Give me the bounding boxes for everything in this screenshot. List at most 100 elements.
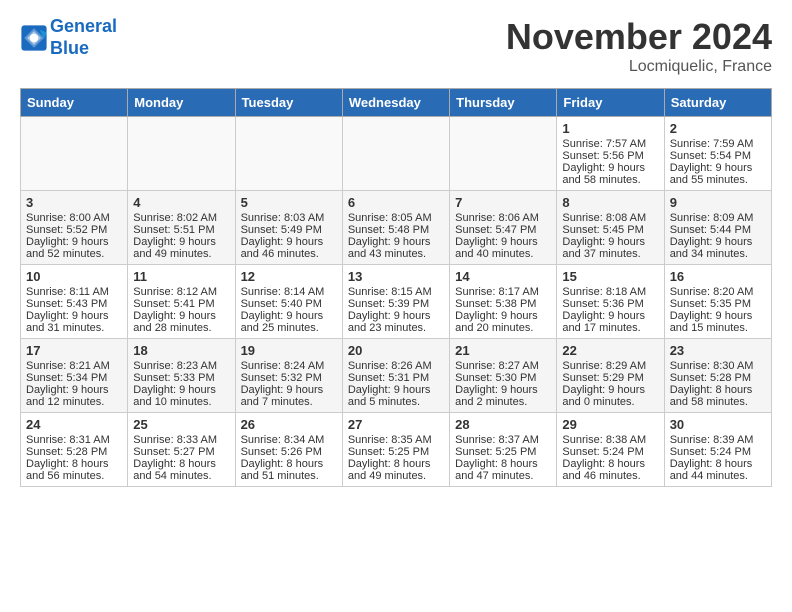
day-info: Daylight: 8 hours and 58 minutes. xyxy=(670,384,766,408)
day-info: Sunset: 5:32 PM xyxy=(241,372,337,384)
day-info: Daylight: 9 hours and 37 minutes. xyxy=(562,236,658,260)
calendar-cell xyxy=(235,117,342,191)
calendar-cell: 10Sunrise: 8:11 AMSunset: 5:43 PMDayligh… xyxy=(21,265,128,339)
logo-icon xyxy=(20,24,48,52)
day-info: Sunrise: 8:37 AM xyxy=(455,434,551,446)
day-number: 22 xyxy=(562,343,658,358)
day-info: Daylight: 9 hours and 23 minutes. xyxy=(348,310,444,334)
day-info: Sunset: 5:28 PM xyxy=(670,372,766,384)
day-info: Daylight: 9 hours and 0 minutes. xyxy=(562,384,658,408)
day-info: Daylight: 9 hours and 49 minutes. xyxy=(133,236,229,260)
day-number: 17 xyxy=(26,343,122,358)
day-info: Sunrise: 7:59 AM xyxy=(670,138,766,150)
month-title: November 2024 xyxy=(506,16,772,58)
day-info: Sunset: 5:48 PM xyxy=(348,224,444,236)
day-number: 3 xyxy=(26,195,122,210)
col-friday: Friday xyxy=(557,89,664,117)
day-info: Sunrise: 8:21 AM xyxy=(26,360,122,372)
day-info: Sunset: 5:41 PM xyxy=(133,298,229,310)
day-number: 12 xyxy=(241,269,337,284)
logo-text: General Blue xyxy=(50,16,117,59)
location: Locmiquelic, France xyxy=(506,58,772,76)
day-info: Sunrise: 8:02 AM xyxy=(133,212,229,224)
week-row-4: 17 Sunrise: 8:21 AMSunset: 5:34 PM Dayligh… xyxy=(21,339,772,413)
col-saturday: Saturday xyxy=(664,89,771,117)
day-info: Daylight: 8 hours and 46 minutes. xyxy=(562,458,658,482)
day-info: Sunrise: 8:29 AM xyxy=(562,360,658,372)
day-info: Sunset: 5:49 PM xyxy=(241,224,337,236)
day-info: Daylight: 9 hours and 55 minutes. xyxy=(670,162,766,186)
day-info: Sunset: 5:47 PM xyxy=(455,224,551,236)
col-sunday: Sunday xyxy=(21,89,128,117)
day-number: 14 xyxy=(455,269,551,284)
day-info: Sunset: 5:31 PM xyxy=(348,372,444,384)
col-tuesday: Tuesday xyxy=(235,89,342,117)
day-info: Sunset: 5:24 PM xyxy=(670,446,766,458)
day-info: Sunrise: 8:27 AM xyxy=(455,360,551,372)
day-info: Sunrise: 8:18 AM xyxy=(562,286,658,298)
day-info: Sunrise: 8:31 AM xyxy=(26,434,122,446)
day-info: Sunrise: 8:05 AM xyxy=(348,212,444,224)
day-info: Daylight: 9 hours and 31 minutes. xyxy=(26,310,122,334)
calendar-cell: 13Sunrise: 8:15 AMSunset: 5:39 PMDayligh… xyxy=(342,265,449,339)
calendar-cell xyxy=(450,117,557,191)
day-info: Sunrise: 8:06 AM xyxy=(455,212,551,224)
day-info: Sunrise: 8:30 AM xyxy=(670,360,766,372)
day-number: 6 xyxy=(348,195,444,210)
day-info: Daylight: 8 hours and 44 minutes. xyxy=(670,458,766,482)
col-monday: Monday xyxy=(128,89,235,117)
day-info: Sunset: 5:28 PM xyxy=(26,446,122,458)
day-info: Sunrise: 8:11 AM xyxy=(26,286,122,298)
calendar-cell: 18Sunrise: 8:23 AMSunset: 5:33 PMDayligh… xyxy=(128,339,235,413)
day-info: Daylight: 9 hours and 58 minutes. xyxy=(562,162,658,186)
logo: General Blue xyxy=(20,16,117,59)
calendar-cell: 7Sunrise: 8:06 AMSunset: 5:47 PMDaylight… xyxy=(450,191,557,265)
day-number: 2 xyxy=(670,121,766,136)
day-info: Daylight: 9 hours and 40 minutes. xyxy=(455,236,551,260)
day-info: Sunrise: 8:17 AM xyxy=(455,286,551,298)
day-info: Daylight: 9 hours and 15 minutes. xyxy=(670,310,766,334)
day-info: Daylight: 9 hours and 10 minutes. xyxy=(133,384,229,408)
calendar-cell: 16Sunrise: 8:20 AMSunset: 5:35 PMDayligh… xyxy=(664,265,771,339)
day-number: 25 xyxy=(133,417,229,432)
week-row-2: 3Sunrise: 8:00 AMSunset: 5:52 PMDaylight… xyxy=(21,191,772,265)
day-info: Sunset: 5:34 PM xyxy=(26,372,122,384)
calendar-cell: 22Sunrise: 8:29 AMSunset: 5:29 PMDayligh… xyxy=(557,339,664,413)
day-number: 9 xyxy=(670,195,766,210)
day-info: Daylight: 9 hours and 2 minutes. xyxy=(455,384,551,408)
day-info: Daylight: 8 hours and 51 minutes. xyxy=(241,458,337,482)
day-info: Sunrise: 8:39 AM xyxy=(670,434,766,446)
day-info: Sunrise: 8:14 AM xyxy=(241,286,337,298)
calendar-cell: 27Sunrise: 8:35 AMSunset: 5:25 PMDayligh… xyxy=(342,413,449,487)
day-info: Sunset: 5:43 PM xyxy=(26,298,122,310)
day-info: Daylight: 9 hours and 43 minutes. xyxy=(348,236,444,260)
calendar-cell xyxy=(342,117,449,191)
day-info: Daylight: 8 hours and 49 minutes. xyxy=(348,458,444,482)
calendar-cell: 2Sunrise: 7:59 AMSunset: 5:54 PMDaylight… xyxy=(664,117,771,191)
day-number: 4 xyxy=(133,195,229,210)
calendar-cell: 3Sunrise: 8:00 AMSunset: 5:52 PMDaylight… xyxy=(21,191,128,265)
day-number: 20 xyxy=(348,343,444,358)
day-info: Sunset: 5:33 PM xyxy=(133,372,229,384)
calendar-cell: 30 Sunrise: 8:39 AMSunset: 5:24 PMDayligh… xyxy=(664,413,771,487)
day-number: 29 xyxy=(562,417,658,432)
calendar-cell: 5Sunrise: 8:03 AMSunset: 5:49 PMDaylight… xyxy=(235,191,342,265)
calendar-cell: 23Sunrise: 8:30 AMSunset: 5:28 PMDayligh… xyxy=(664,339,771,413)
day-number: 15 xyxy=(562,269,658,284)
day-info: Daylight: 9 hours and 17 minutes. xyxy=(562,310,658,334)
day-info: Sunset: 5:56 PM xyxy=(562,150,658,162)
week-row-5: 24Sunrise: 8:31 AMSunset: 5:28 PMDayligh… xyxy=(21,413,772,487)
day-info: Sunset: 5:38 PM xyxy=(455,298,551,310)
calendar-cell: 15Sunrise: 8:18 AMSunset: 5:36 PMDayligh… xyxy=(557,265,664,339)
day-info: Sunrise: 8:08 AM xyxy=(562,212,658,224)
day-info: Sunset: 5:45 PM xyxy=(562,224,658,236)
day-info: Sunset: 5:52 PM xyxy=(26,224,122,236)
day-number: 30 xyxy=(670,417,766,432)
week-row-1: 1Sunrise: 7:57 AMSunset: 5:56 PMDaylight… xyxy=(21,117,772,191)
logo-line2: Blue xyxy=(50,38,89,58)
day-number: 1 xyxy=(562,121,658,136)
day-info: Daylight: 8 hours and 47 minutes. xyxy=(455,458,551,482)
calendar-cell: 21Sunrise: 8:27 AMSunset: 5:30 PMDayligh… xyxy=(450,339,557,413)
day-info: Sunrise: 8:15 AM xyxy=(348,286,444,298)
day-number: 11 xyxy=(133,269,229,284)
